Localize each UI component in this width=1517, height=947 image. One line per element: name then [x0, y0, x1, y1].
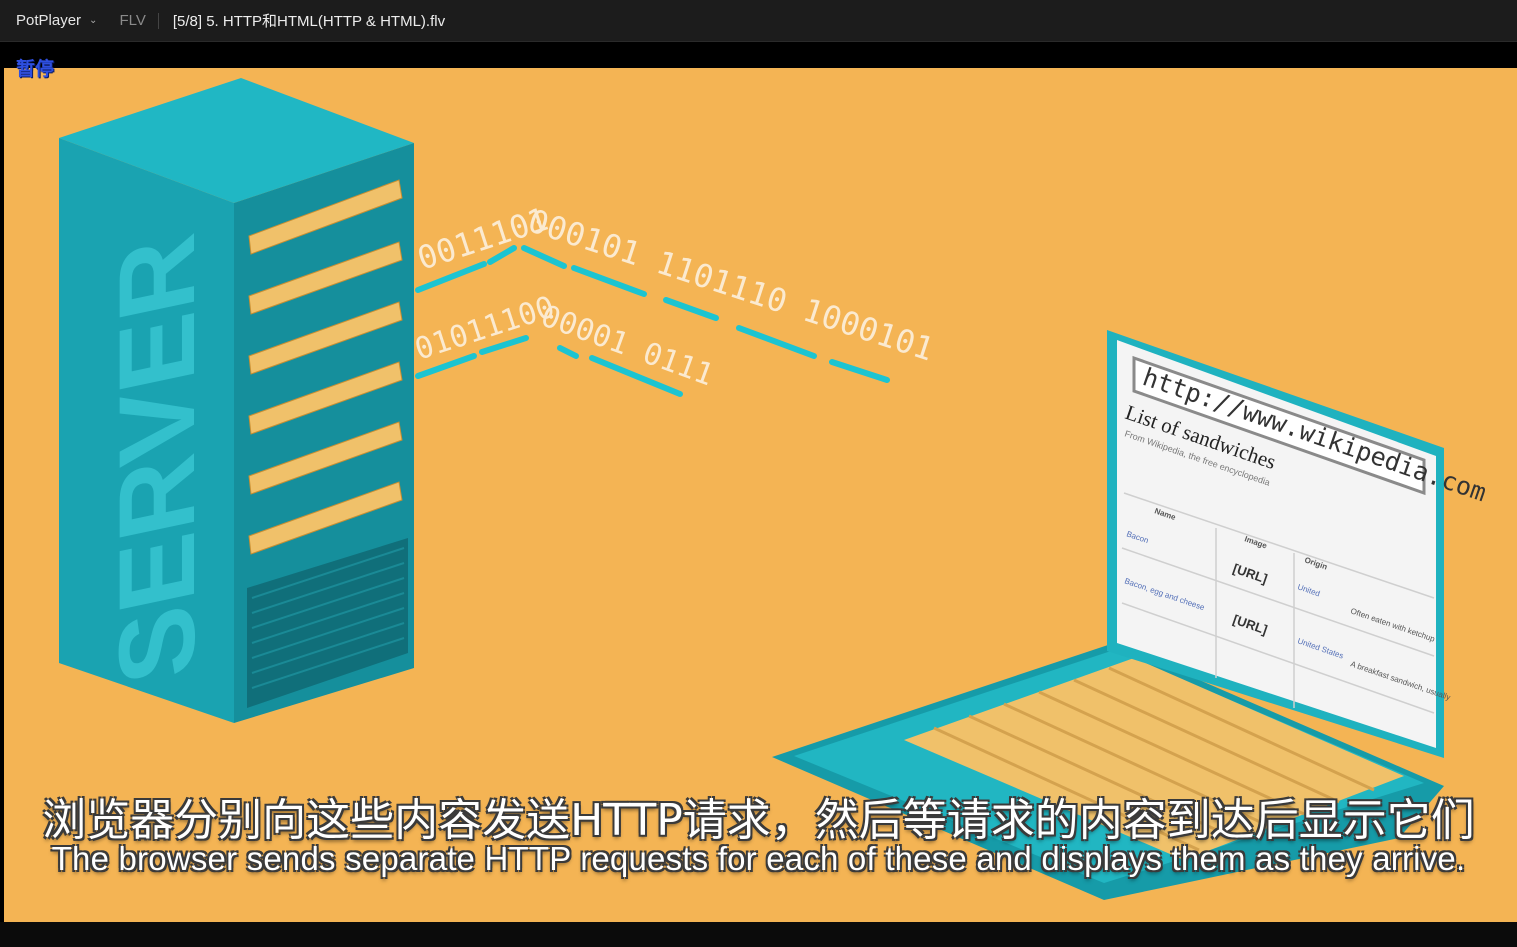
app-name: PotPlayer [16, 12, 82, 29]
title-bar: PotPlayer ⌄ FLV [5/8] 5. HTTP和HTML(HTTP … [0, 0, 1517, 42]
playback-status-osd: 暂停 [16, 58, 55, 80]
bottom-control-bar[interactable] [0, 922, 1517, 947]
format-label: FLV [105, 12, 159, 29]
server-label: SERVER [97, 226, 218, 694]
server-tower: SERVER [59, 78, 414, 723]
chevron-down-icon: ⌄ [89, 15, 98, 26]
app-menu-button[interactable]: PotPlayer ⌄ [0, 1, 105, 41]
subtitle-chinese: 浏览器分别向这些内容发送HTTP请求，然后等请求的内容到达后显示它们 [42, 795, 1475, 846]
file-title: [5/8] 5. HTTP和HTML(HTTP & HTML).flv [172, 13, 446, 30]
subtitle-english: The browser sends separate HTTP requests… [51, 840, 1466, 877]
data-streams: 0011101 000101 1101110 1000101 01011100 … [411, 200, 938, 397]
binary-text-2b: 00001 0111 [536, 299, 718, 394]
